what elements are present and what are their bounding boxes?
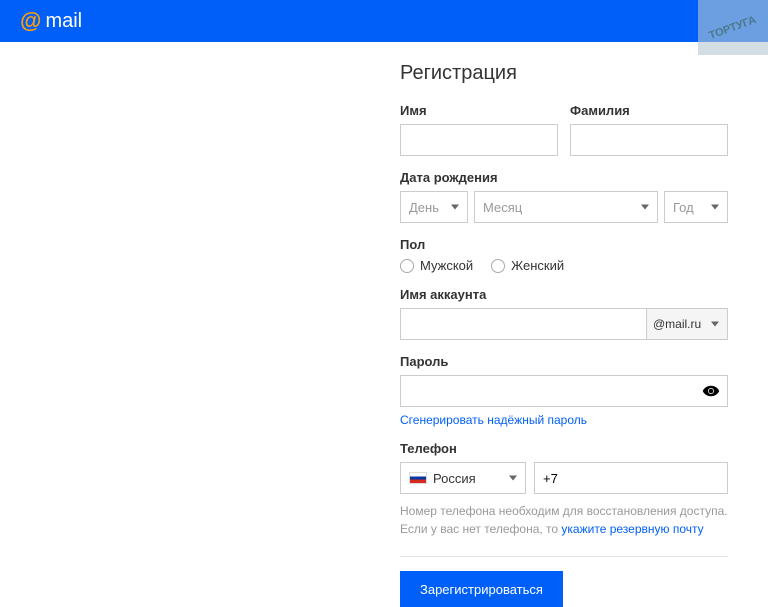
month-select[interactable]: Месяц [474,191,658,223]
radio-icon [400,259,414,273]
chevron-down-icon [641,205,649,210]
chevron-down-icon [509,476,517,481]
account-label: Имя аккаунта [400,287,728,302]
first-name-label: Имя [400,103,558,118]
logo[interactable]: @ mail [20,8,82,34]
chevron-down-icon [711,205,719,210]
eye-icon[interactable] [702,382,720,400]
registration-form: Регистрация Имя Фамилия Дата рождения Де… [400,62,728,607]
birthdate-label: Дата рождения [400,170,728,185]
password-label: Пароль [400,354,728,369]
country-select[interactable]: Россия [400,462,526,494]
chevron-down-icon [451,205,459,210]
last-name-input[interactable] [570,124,728,156]
last-name-label: Фамилия [570,103,728,118]
radio-icon [491,259,505,273]
gender-label: Пол [400,237,728,252]
year-select[interactable]: Год [664,191,728,223]
phone-input[interactable] [534,462,728,494]
day-select[interactable]: День [400,191,468,223]
logo-text: mail [45,10,82,33]
phone-label: Телефон [400,441,728,456]
page-title: Регистрация [400,62,728,85]
chevron-down-icon [711,322,719,327]
flag-russia-icon [409,472,427,484]
watermark: ТОРТУГА [698,0,768,55]
submit-button[interactable]: Зарегистрироваться [400,571,563,607]
password-input[interactable] [400,375,728,407]
gender-male-radio[interactable]: Мужской [400,258,473,273]
generate-password-link[interactable]: Сгенерировать надёжный пароль [400,413,587,427]
account-input[interactable] [400,308,646,340]
phone-hint: Номер телефона необходим для восстановле… [400,502,728,538]
backup-email-link[interactable]: укажите резервную почту [561,522,703,536]
first-name-input[interactable] [400,124,558,156]
gender-female-radio[interactable]: Женский [491,258,564,273]
at-icon: @ [20,8,41,34]
domain-select[interactable]: @mail.ru [646,308,728,340]
header: @ mail [0,0,768,42]
